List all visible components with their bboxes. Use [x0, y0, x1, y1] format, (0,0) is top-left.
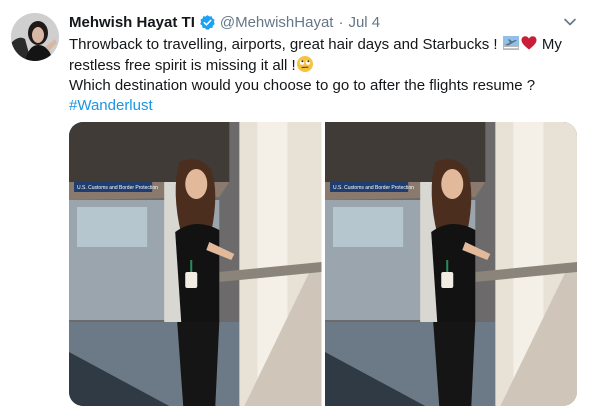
avatar[interactable]: [11, 13, 59, 61]
tweet-media: U.S. Customs and Border Protection U.S. …: [69, 122, 577, 406]
tweet-date[interactable]: Jul 4: [348, 14, 380, 31]
hashtag-link[interactable]: #Wanderlust: [69, 97, 153, 114]
media-photo-2[interactable]: U.S. Customs and Border Protection: [324, 122, 577, 406]
separator-dot: ·: [338, 13, 344, 31]
photo-sign-text: U.S. Customs and Border Protection: [333, 185, 414, 191]
tweet[interactable]: Mehwish Hayat TI @MehwishHayat · Jul 4 T…: [0, 0, 590, 413]
photo-sign-text: U.S. Customs and Border Protection: [77, 185, 158, 191]
tweet-text-line1: Throwback to travelling, airports, great…: [69, 36, 498, 53]
airplane-departure-emoji-icon: [502, 34, 520, 52]
tweet-text: Throwback to travelling, airports, great…: [69, 34, 574, 116]
tweet-header: Mehwish Hayat TI @MehwishHayat · Jul 4: [69, 11, 380, 33]
tweet-text-line2: restless free spirit is missing it all !: [69, 57, 296, 74]
tweet-text-line1-tail: My: [541, 36, 562, 53]
heart-emoji-icon: [520, 34, 538, 52]
rolling-eyes-emoji-icon: [296, 55, 314, 73]
tweet-text-line3: Which destination would you choose to go…: [69, 77, 536, 94]
chevron-down-icon[interactable]: [562, 14, 578, 30]
verified-badge-icon: [199, 14, 216, 31]
author-handle[interactable]: @MehwishHayat: [220, 14, 334, 31]
author-name[interactable]: Mehwish Hayat TI: [69, 14, 195, 31]
media-photo-1[interactable]: U.S. Customs and Border Protection: [69, 122, 322, 406]
